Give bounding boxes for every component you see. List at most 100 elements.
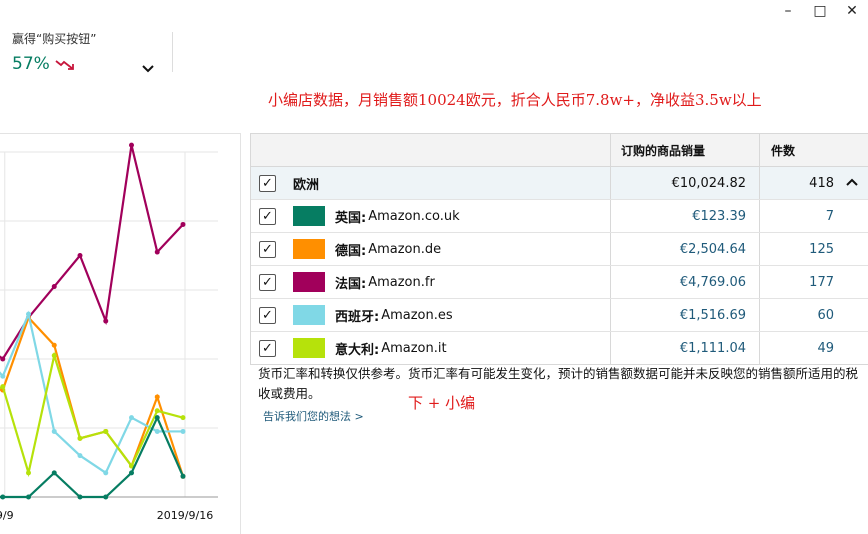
- series-color-swatch: [293, 305, 325, 325]
- header-sales: 订购的商品销量: [621, 143, 706, 158]
- series-color-swatch: [293, 239, 325, 259]
- region-row-europe: ✓ 欧洲 €10,024.82 418: [251, 167, 868, 200]
- market-label: Amazon.de: [368, 241, 442, 257]
- trend-down-icon: [55, 60, 74, 70]
- col-divider: [610, 200, 611, 232]
- table-row: ✓ 德国: Amazon.de €2,504.64 125: [251, 233, 868, 266]
- col-divider: [610, 134, 611, 166]
- count-value: 418: [809, 175, 834, 191]
- marketplace-name: 英国: Amazon.co.uk: [335, 200, 460, 232]
- close-icon[interactable]: ✕: [842, 2, 862, 20]
- col-divider: [759, 167, 760, 199]
- data-point: [180, 221, 186, 227]
- chevron-up-icon[interactable]: [846, 177, 858, 187]
- table-row: ✓ 法国: Amazon.fr €4,769.06 177: [251, 266, 868, 299]
- marketplace-name: 意大利: Amazon.it: [335, 332, 447, 364]
- marketplace-name: 德国: Amazon.de: [335, 233, 441, 265]
- row-checkbox[interactable]: ✓: [259, 307, 276, 324]
- exchange-rate-note: 货币汇率和转换仅供参考。货币汇率有可能发生变化，预计的销售额数据可能并未反映您的…: [258, 366, 859, 401]
- chevron-down-icon[interactable]: [140, 62, 156, 76]
- data-point: [154, 394, 160, 400]
- annotation-top: 小编店数据，月销售额10024欧元，折合人民币7.8w+，净收益3.5w以上: [268, 91, 762, 109]
- col-divider: [759, 299, 760, 331]
- maximize-icon[interactable]: □: [810, 2, 830, 20]
- count-value: 7: [825, 208, 834, 224]
- feedback-link[interactable]: 告诉我们您的想法 >: [263, 408, 364, 424]
- market-label: Amazon.co.uk: [368, 208, 460, 224]
- col-divider: [759, 332, 760, 364]
- market-label: Amazon.fr: [368, 274, 435, 290]
- data-point: [154, 408, 160, 414]
- table-row: ✓ 西班牙: Amazon.es €1,516.69 60: [251, 299, 868, 332]
- data-point: [51, 470, 57, 476]
- data-point: [154, 249, 160, 255]
- series-color-swatch: [293, 338, 325, 358]
- sales-value: €123.39: [692, 208, 746, 224]
- table-header: 订购的商品销量 件数: [251, 134, 868, 167]
- series-line: [0, 310, 183, 475]
- data-point: [26, 494, 31, 500]
- annotation-bottom: 下 + 小编: [408, 394, 476, 412]
- data-point: [154, 415, 160, 421]
- window-titlebar: – □ ✕: [0, 0, 868, 22]
- col-divider: [610, 332, 611, 364]
- data-point: [180, 415, 186, 421]
- data-point: [0, 373, 6, 379]
- data-point: [103, 318, 109, 324]
- col-divider: [759, 266, 760, 298]
- data-point: [77, 494, 83, 500]
- data-point: [0, 494, 6, 500]
- series-color-swatch: [293, 206, 325, 226]
- chart-svg: 9/9 2019/9/16: [0, 142, 218, 522]
- data-point: [51, 353, 57, 359]
- data-point: [180, 428, 186, 434]
- row-checkbox[interactable]: ✓: [259, 175, 276, 192]
- minimize-icon[interactable]: –: [778, 2, 798, 20]
- row-checkbox[interactable]: ✓: [259, 208, 276, 225]
- data-point: [26, 311, 31, 317]
- data-point: [77, 435, 83, 441]
- col-divider: [610, 266, 611, 298]
- metric-divider: [172, 32, 173, 72]
- count-value: 125: [809, 241, 834, 257]
- data-point: [103, 428, 109, 434]
- col-divider: [759, 134, 760, 166]
- country-label: 德国:: [335, 243, 367, 259]
- metrics-band: [0, 22, 868, 84]
- data-point: [103, 470, 109, 476]
- market-label: Amazon.it: [381, 340, 447, 356]
- data-point: [77, 453, 83, 459]
- row-checkbox[interactable]: ✓: [259, 241, 276, 258]
- series-color-swatch: [293, 272, 325, 292]
- data-point: [0, 356, 6, 362]
- row-checkbox[interactable]: ✓: [259, 274, 276, 291]
- data-point: [51, 428, 57, 434]
- count-value: 49: [817, 340, 834, 356]
- series-line: [0, 351, 184, 478]
- x-tick-label: 9/9: [0, 509, 14, 522]
- table-row: ✓ 意大利: Amazon.it €1,111.04 49: [251, 332, 868, 364]
- sales-value: €1,111.04: [679, 340, 746, 356]
- data-point: [180, 473, 186, 479]
- col-divider: [759, 233, 760, 265]
- data-point: [51, 342, 57, 348]
- country-label: 英国:: [335, 210, 367, 226]
- data-point: [129, 415, 134, 421]
- count-value: 177: [809, 274, 834, 290]
- market-label: Amazon.es: [381, 307, 453, 323]
- col-divider: [610, 167, 611, 199]
- country-label: 西班牙:: [335, 309, 380, 325]
- sales-chart: 9/9 2019/9/16: [0, 133, 241, 534]
- data-point: [77, 253, 83, 258]
- x-tick-label: 2019/9/16: [157, 509, 213, 522]
- buybox-value: 57%: [12, 54, 50, 74]
- data-point: [103, 494, 109, 500]
- marketplace-name: 法国: Amazon.fr: [335, 266, 435, 298]
- col-divider: [759, 200, 760, 232]
- sales-value: €2,504.64: [679, 241, 746, 257]
- data-point: [51, 284, 57, 290]
- header-count: 件数: [771, 143, 796, 158]
- sales-value: €4,769.06: [679, 274, 746, 290]
- country-label: 法国:: [335, 276, 367, 292]
- row-checkbox[interactable]: ✓: [259, 340, 276, 357]
